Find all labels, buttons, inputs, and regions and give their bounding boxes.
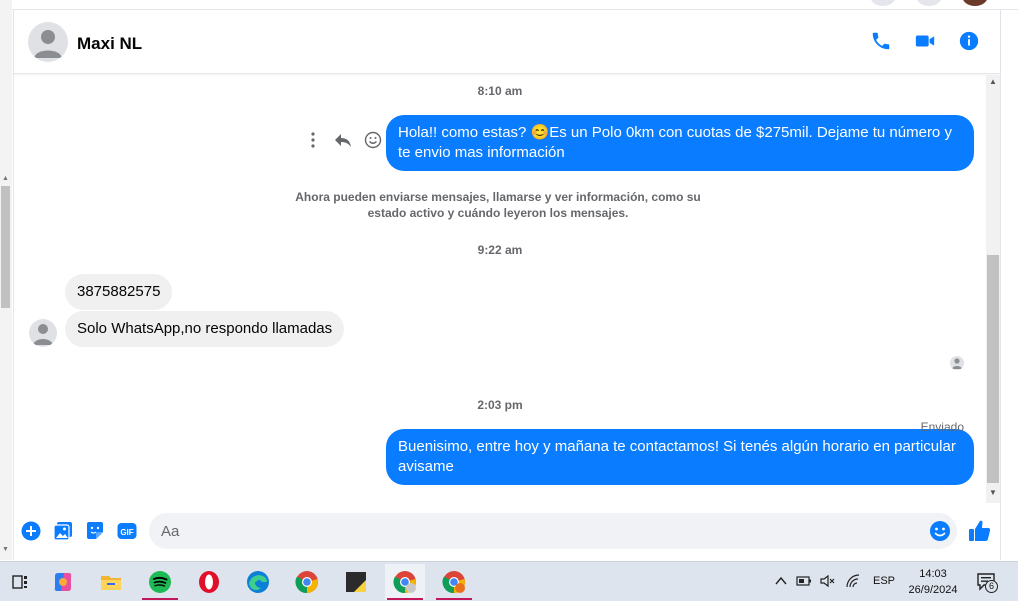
chat-scrollbar[interactable]: ▲ ▼: [986, 75, 1000, 503]
video-call-icon[interactable]: [914, 30, 936, 52]
page-scrollbar-thumb[interactable]: [1, 186, 10, 308]
timestamp: 9:22 am: [477, 243, 523, 257]
contact-name[interactable]: Maxi NL: [77, 34, 142, 54]
clock-date: 26/9/2024: [908, 584, 958, 596]
system-notice-text: Ahora pueden enviarse mensajes, llamarse…: [295, 190, 701, 220]
react-emoji-icon[interactable]: [364, 131, 382, 149]
battery-icon[interactable]: [796, 574, 812, 593]
app-running-indicator: [387, 598, 423, 600]
message-input[interactable]: [149, 513, 957, 549]
contact-avatar[interactable]: [28, 22, 68, 62]
scroll-down-arrow[interactable]: ▼: [2, 546, 9, 553]
chrome-icon[interactable]: [287, 564, 327, 600]
notifications-icon[interactable]: 6: [976, 572, 998, 594]
phone-icon[interactable]: [870, 30, 892, 52]
chat-window: Maxi NL 8:10 am Hola!! como estas? 😊Es u…: [13, 10, 1001, 560]
scroll-up-arrow[interactable]: ▲: [2, 175, 9, 182]
wifi-icon[interactable]: [845, 574, 861, 593]
profile-avatar[interactable]: [962, 0, 988, 6]
photo-attach-icon[interactable]: [53, 521, 73, 541]
svg-text:GIF: GIF: [120, 528, 133, 537]
seen-avatar-icon: [950, 356, 964, 370]
gif-icon[interactable]: GIF: [117, 521, 137, 541]
notification-badge: 6: [985, 580, 998, 593]
incoming-message[interactable]: 3875882575: [65, 274, 173, 310]
reply-icon[interactable]: [334, 131, 352, 149]
system-notice: Ahora pueden enviarse mensajes, llamarse…: [14, 189, 984, 221]
message-list: 8:10 am Hola!! como estas? 😊Es un Polo 0…: [14, 75, 986, 503]
thumbs-up-icon[interactable]: [967, 518, 993, 544]
file-explorer-icon[interactable]: [91, 564, 131, 600]
top-bar-buttons: [870, 0, 988, 6]
spotify-icon[interactable]: [140, 564, 180, 600]
outgoing-message[interactable]: Hola!! como estas? 😊Es un Polo 0km con c…: [386, 115, 974, 171]
chat-scroll-up-arrow[interactable]: ▲: [989, 77, 997, 86]
timestamp: 8:10 am: [477, 84, 523, 98]
sender-avatar[interactable]: [29, 319, 57, 347]
opera-icon[interactable]: [189, 564, 229, 600]
timestamp: 2:03 pm: [477, 398, 523, 412]
message-composer: GIF: [14, 509, 1000, 555]
task-view-button[interactable]: [0, 564, 40, 600]
chat-header: Maxi NL: [14, 10, 1000, 74]
edge-icon[interactable]: [238, 564, 278, 600]
top-bar-remnant: [12, 0, 1018, 10]
chat-scrollbar-thumb[interactable]: [987, 255, 999, 483]
system-clock[interactable]: 14:03 26/9/2024: [904, 566, 962, 598]
chrome-profile-icon[interactable]: [385, 564, 425, 600]
chat-scroll-down-arrow[interactable]: ▼: [989, 488, 997, 497]
app-running-indicator: [142, 598, 178, 600]
info-icon[interactable]: [958, 30, 980, 52]
tray-chevron-up-icon[interactable]: [774, 574, 788, 593]
copilot-icon[interactable]: [43, 564, 83, 600]
top-button[interactable]: [916, 0, 942, 6]
more-options-icon[interactable]: [304, 131, 322, 149]
chrome-profile-icon[interactable]: [434, 564, 474, 600]
app-running-indicator: [436, 598, 472, 600]
add-more-icon[interactable]: [21, 521, 41, 541]
sticky-notes-icon[interactable]: [336, 564, 376, 600]
page-scrollbar[interactable]: ▲ ▼: [0, 0, 12, 560]
volume-muted-icon[interactable]: [820, 574, 836, 593]
sent-status: Enviado: [920, 420, 964, 434]
message-actions: [304, 131, 382, 149]
keyboard-language[interactable]: ESP: [873, 575, 895, 587]
outgoing-message[interactable]: Buenisimo, entre hoy y mañana te contact…: [386, 429, 974, 485]
incoming-message[interactable]: Solo WhatsApp,no respondo llamadas: [65, 311, 345, 347]
clock-time: 14:03: [919, 568, 947, 580]
sticker-icon[interactable]: [85, 521, 105, 541]
top-button[interactable]: [870, 0, 896, 6]
emoji-icon[interactable]: [929, 520, 951, 542]
windows-taskbar: ESP 14:03 26/9/2024 6: [0, 561, 1018, 601]
